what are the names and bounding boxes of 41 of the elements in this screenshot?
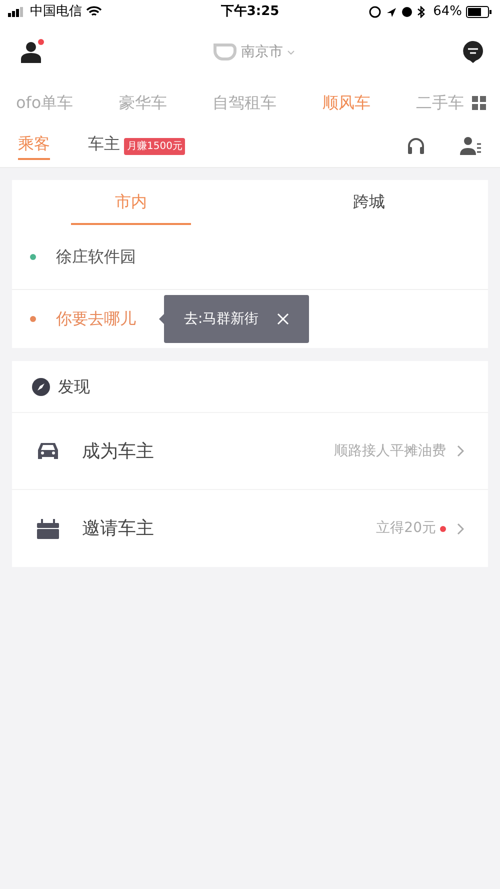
service-tab[interactable]: 顺风车 [322, 90, 370, 114]
city-selector[interactable]: 南京市 [213, 42, 295, 62]
chevron-right-icon [456, 522, 464, 534]
suggestion-text: 去:马群新街 [184, 310, 259, 328]
service-tab[interactable]: 自驾租车 [212, 90, 277, 114]
battery-percent: 64% [433, 3, 462, 22]
wifi-icon [86, 6, 102, 18]
gift-box-icon [36, 518, 60, 538]
logo-icon [213, 43, 237, 61]
row-title: 成为车主 [82, 440, 155, 464]
service-tab[interactable]: 二手车 [416, 90, 464, 114]
close-icon[interactable] [276, 313, 289, 325]
trip-tab[interactable]: 市内 [71, 180, 191, 225]
tooltip-pointer [159, 314, 164, 324]
row-note: 顺路接人平摊油费 [334, 442, 446, 460]
caret-icon [287, 50, 295, 54]
section-title: 发现 [58, 376, 90, 398]
row-note: 立得20元 [376, 519, 436, 538]
person-icon [20, 41, 42, 63]
signal-icon [8, 7, 26, 17]
role-tab[interactable]: 乘客 [18, 132, 50, 160]
carrier-name: 中国电信 [30, 3, 82, 22]
role-tab[interactable]: 车主 [88, 132, 120, 160]
chevron-right-icon [456, 445, 464, 457]
destination-field[interactable]: 你要去哪儿 [56, 307, 146, 331]
service-tab[interactable]: 豪华车 [118, 90, 167, 114]
contacts-icon[interactable] [460, 136, 482, 156]
origin-location[interactable]: 徐庄软件园 [56, 245, 136, 269]
discover-row[interactable]: 成为车主 顺路接人平摊油费 [12, 413, 488, 490]
clock-time: 下午3:25 [220, 3, 280, 22]
car-icon [36, 441, 60, 461]
row-title: 邀请车主 [82, 517, 155, 541]
service-tab[interactable]: ofo单车 [16, 90, 74, 114]
message-icon[interactable] [462, 40, 484, 64]
trip-tab[interactable]: 跨城 [309, 180, 429, 225]
grid-icon[interactable] [472, 96, 486, 110]
headset-icon[interactable] [406, 136, 426, 156]
earnings-badge: 月赚1500元 [124, 138, 186, 154]
compass-icon [32, 378, 50, 396]
battery-icon [466, 6, 492, 18]
discover-row[interactable]: 邀请车主 立得20元 [12, 490, 488, 567]
